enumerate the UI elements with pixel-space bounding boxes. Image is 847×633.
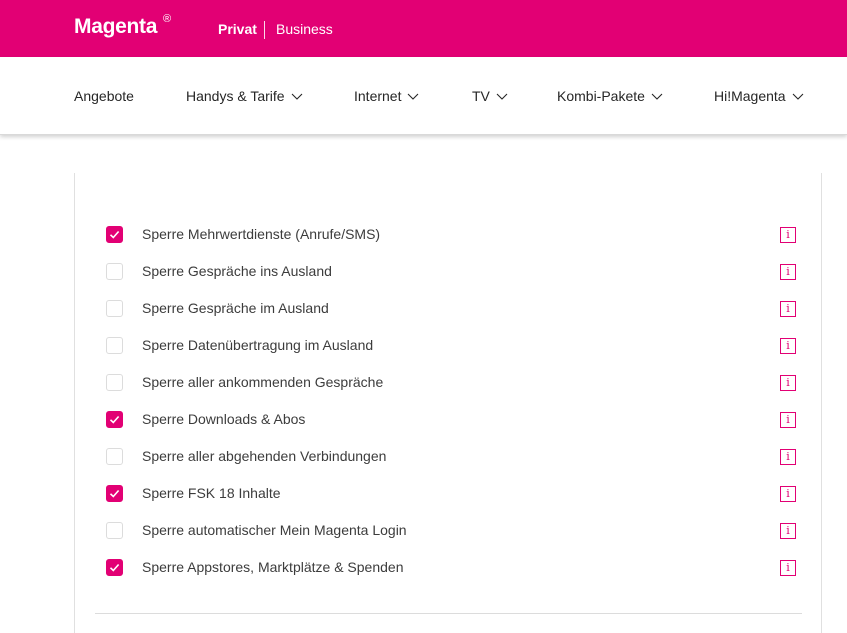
chevron-down-icon [407,90,419,102]
nav-item-himagenta[interactable]: Hi!Magenta [714,88,804,104]
option-label: Sperre Gespräche im Ausland [142,300,329,316]
info-icon[interactable]: i [780,264,796,280]
info-icon[interactable]: i [780,560,796,576]
info-icon[interactable]: i [780,301,796,317]
info-icon[interactable]: i [780,523,796,539]
option-row[interactable]: Sperre Gespräche ins Ausland i [75,254,823,291]
segment-divider [264,21,265,39]
checkbox-checked[interactable] [106,226,123,243]
segment-business-link[interactable]: Business [276,21,333,37]
checkbox[interactable] [106,337,123,354]
option-row[interactable]: Sperre Gespräche im Ausland i [75,291,823,328]
nav-item-kombi-pakete[interactable]: Kombi-Pakete [557,88,663,104]
nav-item-internet[interactable]: Internet [354,88,419,104]
chevron-down-icon [651,90,663,102]
option-label: Sperre FSK 18 Inhalte [142,485,281,501]
option-row[interactable]: Sperre aller ankommenden Gespräche i [75,365,823,402]
panel-divider [95,613,802,614]
chevron-down-icon [496,90,508,102]
segment-privat-link[interactable]: Privat [218,21,257,37]
nav-item-angebote[interactable]: Angebote [74,88,134,104]
nav-item-label: Hi!Magenta [714,88,786,104]
option-label: Sperre Downloads & Abos [142,411,306,427]
main-navigation: Angebote Handys & Tarife Internet TV Kom… [0,57,847,135]
registered-mark: ® [163,13,172,25]
checkbox[interactable] [106,522,123,539]
option-label: Sperre aller ankommenden Gespräche [142,374,384,390]
option-row[interactable]: Sperre Mehrwertdienste (Anrufe/SMS) i [75,217,823,254]
checkbox[interactable] [106,374,123,391]
info-icon[interactable]: i [780,338,796,354]
option-label: Sperre Datenübertragung im Ausland [142,337,374,353]
chevron-down-icon [792,90,804,102]
option-row[interactable]: Sperre automatischer Mein Magenta Login … [75,513,823,550]
nav-item-label: TV [472,88,490,104]
option-row[interactable]: Sperre Downloads & Abos i [75,402,823,439]
top-bar: Magenta ® Privat Business [0,0,847,57]
option-row[interactable]: Sperre FSK 18 Inhalte i [75,476,823,513]
info-icon[interactable]: i [780,227,796,243]
info-icon[interactable]: i [780,375,796,391]
checkbox-checked[interactable] [106,411,123,428]
info-icon[interactable]: i [780,412,796,428]
checkbox-checked[interactable] [106,559,123,576]
nav-item-label: Internet [354,88,402,104]
nav-item-tv[interactable]: TV [472,88,508,104]
options-panel: Sperre Mehrwertdienste (Anrufe/SMS) i Sp… [74,173,822,633]
checkmark-icon [109,415,120,424]
nav-item-handys-tarife[interactable]: Handys & Tarife [186,88,303,104]
option-label: Sperre aller abgehenden Verbindungen [142,448,387,464]
checkmark-icon [109,230,120,239]
nav-item-label: Handys & Tarife [186,88,285,104]
checkmark-icon [109,563,120,572]
option-label: Sperre automatischer Mein Magenta Login [142,522,407,538]
checkbox-checked[interactable] [106,485,123,502]
option-label: Sperre Gespräche ins Ausland [142,263,332,279]
checkmark-icon [109,489,120,498]
option-row[interactable]: Sperre Datenübertragung im Ausland i [75,328,823,365]
option-row[interactable]: Sperre aller abgehenden Verbindungen i [75,439,823,476]
checkbox[interactable] [106,300,123,317]
magenta-logo[interactable]: Magenta [74,15,157,39]
checkbox[interactable] [106,263,123,280]
chevron-down-icon [291,90,303,102]
option-row[interactable]: Sperre Appstores, Marktplätze & Spenden … [75,550,823,587]
info-icon[interactable]: i [780,449,796,465]
option-label: Sperre Mehrwertdienste (Anrufe/SMS) [142,226,381,242]
nav-item-label: Angebote [74,88,134,104]
option-label: Sperre Appstores, Marktplätze & Spenden [142,559,404,575]
checkbox[interactable] [106,448,123,465]
info-icon[interactable]: i [780,486,796,502]
nav-item-label: Kombi-Pakete [557,88,645,104]
